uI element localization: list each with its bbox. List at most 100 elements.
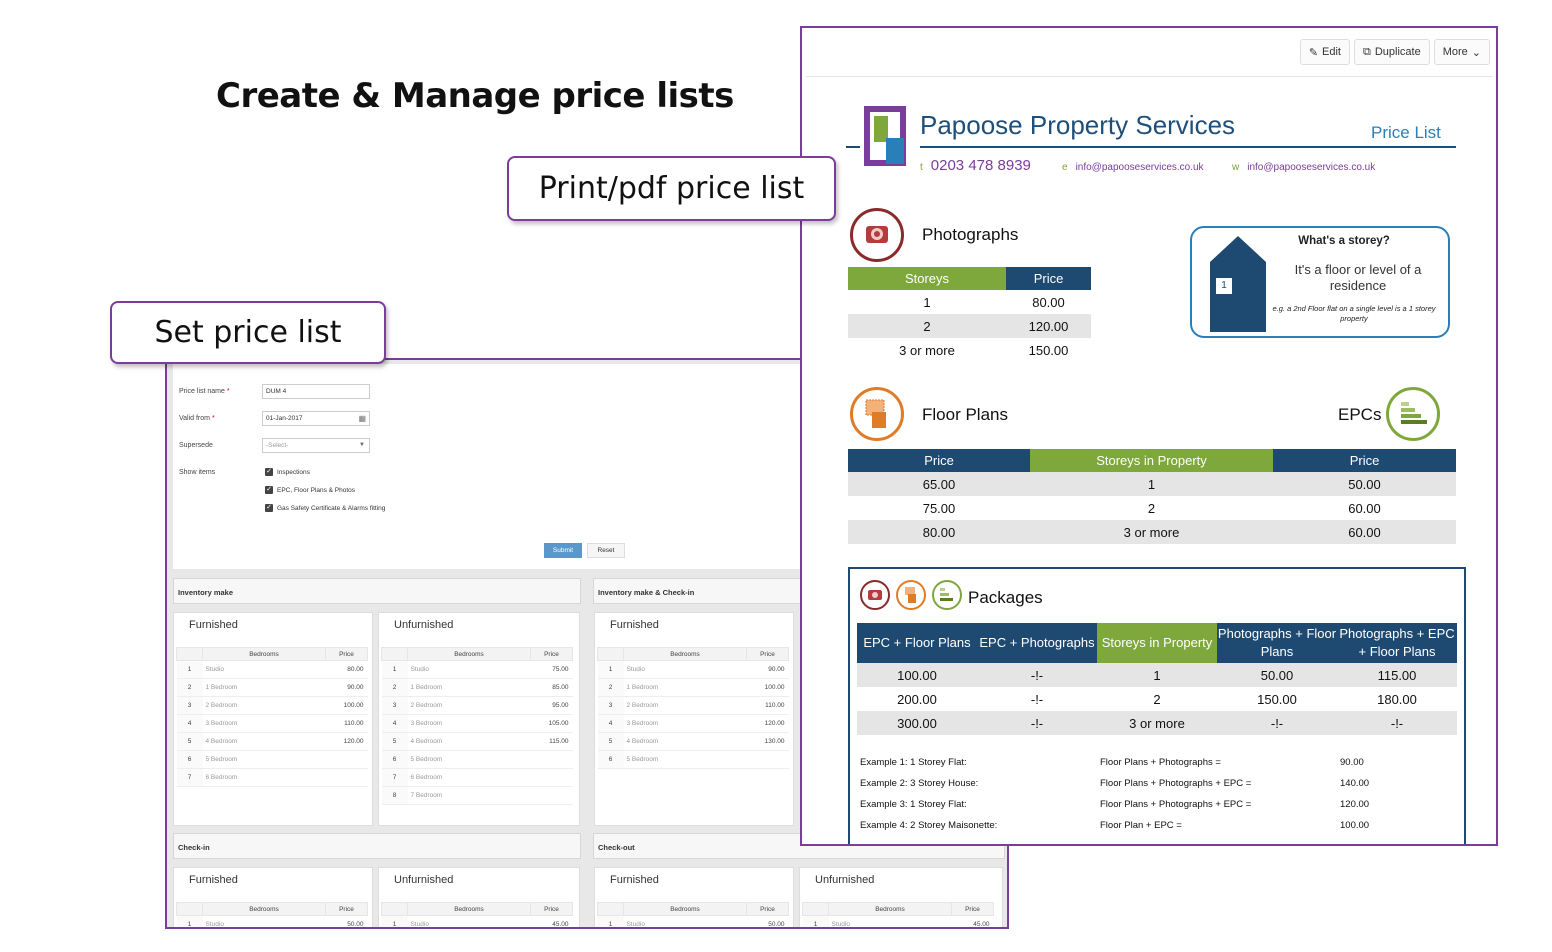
print-price-list-panel: ✎ Edit ⧉ Duplicate More ⌄ Papoose Property … [800,26,1498,846]
bedroom-cell: 6 Bedroom [202,768,326,787]
checkbox-gas-safety[interactable]: ✓ Gas Safety Certificate & Alarms fitting [265,504,385,512]
cell: 80.00 [1032,294,1065,310]
calendar-icon[interactable]: ▦ [358,414,366,423]
supersede-label: Supersede [179,442,213,449]
col-num [597,902,624,916]
table-row: 43 Bedroom 110.00 [176,714,368,733]
price-cell[interactable]: 50.00 [746,915,789,927]
copy-icon: ⧉ [1363,45,1371,58]
submit-button[interactable]: Submit [544,543,582,558]
table-row: 32 Bedroom 110.00 [597,696,789,715]
bedroom-cell: Studio [407,915,531,927]
price-cell[interactable]: 105.00 [530,714,573,733]
price-cell[interactable]: 110.00 [325,714,368,733]
price-cell[interactable]: 85.00 [530,678,573,697]
inv-unfurnished-table: Bedrooms Price 1 Studio 75.00 2 1 Bedroom 85.00… [381,647,573,805]
price-cell[interactable] [530,750,573,769]
edit-button[interactable]: ✎ Edit [1299,39,1350,65]
bedroom-cell: 1 Bedroom [407,678,531,697]
table-row: 21 Bedroom 85.00 [381,678,573,697]
panel-title: Unfurnished [394,874,454,886]
row-number: 1 [381,915,408,927]
col-bedrooms: Bedrooms [828,902,952,916]
price-cell[interactable]: 130.00 [746,732,789,751]
row-number: 2 [381,678,408,697]
inv-unfurnished-panel: Unfurnished Bedrooms Price 1 Studio 75.00 2 1 … [378,612,580,826]
price-cell[interactable] [530,786,573,805]
bedroom-cell: Studio [202,660,326,679]
panel-title: Unfurnished [815,874,875,886]
duplicate-button[interactable]: ⧉ Duplicate [1354,39,1430,65]
checkbox-inspections[interactable]: ✓ Inspections [265,468,310,476]
col-num [176,647,203,661]
col-price: Price [325,647,368,661]
table-row: 300.00 -!- 3 or more -!- -!- [857,711,1457,735]
cell: 150.00 [1257,691,1297,707]
price-cell[interactable]: 110.00 [746,696,789,715]
email[interactable]: e info@papooseservices.co.uk [1062,162,1204,173]
checkbox-epc-floorplans-photos[interactable]: ✓ EPC, Floor Plans & Photos [265,486,355,494]
col-storeys: Storeys [848,267,1006,290]
price-cell[interactable]: 120.00 [325,732,368,751]
price-cell[interactable]: 50.00 [325,915,368,927]
example-4-label: Example 4: 2 Storey Maisonette: [860,820,998,831]
price-cell[interactable] [530,768,573,787]
bedroom-cell: Studio [828,915,952,927]
cell: 50.00 [1273,472,1456,496]
price-cell[interactable]: 75.00 [530,660,573,679]
table-row: 1 Studio 50.00 [597,915,789,927]
row-number: 3 [597,696,624,715]
more-button[interactable]: More ⌄ [1433,39,1490,65]
table-row: 32 Bedroom 100.00 [176,696,368,715]
bedroom-cell: 3 Bedroom [407,714,531,733]
table-row: 21 Bedroom 90.00 [176,678,368,697]
price-cell[interactable]: 45.00 [530,915,573,927]
row-number: 2 [176,678,203,697]
cell: 2 [1147,500,1156,516]
check-icon: ✓ [265,468,273,476]
price-cell[interactable] [325,768,368,787]
col-price: Price [530,647,573,661]
reset-button[interactable]: Reset [587,543,625,558]
table-row: 75.00 2 60.00 [848,496,1456,520]
table-header-row: Bedrooms Price [381,647,573,661]
callout-print: Print/pdf price list [507,156,836,221]
example-1-formula: Floor Plans + Photographs = [1100,757,1221,768]
price-cell[interactable]: 100.00 [325,696,368,715]
section-checkin[interactable]: Check-in [173,833,581,859]
price-cell[interactable]: 80.00 [325,660,368,679]
row-number: 7 [381,768,408,787]
example-4-formula: Floor Plan + EPC = [1100,820,1182,831]
col-price: Price [1006,267,1091,290]
col-epc-price: Price [1273,449,1456,472]
website[interactable]: w info@papooseservices.co.uk [1232,162,1375,173]
packages-box: Packages EPC + Floor Plans EPC + Photogr… [848,567,1466,844]
price-cell[interactable] [746,750,789,769]
col-storeys-in-property: Storeys in Property [1097,623,1217,663]
valid-from-input[interactable]: 01-Jan-2017 ▦ [262,411,370,426]
supersede-select[interactable]: -Select- ▼ [262,438,370,453]
price-cell[interactable]: 100.00 [746,678,789,697]
panel-title: Furnished [189,619,238,631]
cell: -!- [1217,711,1337,735]
price-cell[interactable]: 115.00 [530,732,573,751]
section-inventory-make[interactable]: Inventory make [173,578,581,604]
bedroom-cell: 1 Bedroom [202,678,326,697]
bedroom-cell: 5 Bedroom [407,750,531,769]
price-cell[interactable]: 45.00 [951,915,994,927]
price-cell[interactable] [325,750,368,769]
price-list-name-input[interactable]: DUM 4 [262,384,370,399]
price-cell[interactable]: 90.00 [746,660,789,679]
bedroom-cell: 5 Bedroom [202,750,326,769]
price-cell[interactable]: 120.00 [746,714,789,733]
cell: 50.00 [1217,663,1337,687]
col-num [381,647,408,661]
price-cell[interactable]: 90.00 [325,678,368,697]
cell: 100.00 [857,663,977,687]
price-cell[interactable]: 95.00 [530,696,573,715]
cell: 120.00 [1006,314,1091,338]
storey-note: e.g. a 2nd Floor flat on a single level … [1272,304,1436,323]
row-number: 5 [597,732,624,751]
check-icon: ✓ [265,486,273,494]
table-row: 1 Studio 75.00 [381,660,573,679]
